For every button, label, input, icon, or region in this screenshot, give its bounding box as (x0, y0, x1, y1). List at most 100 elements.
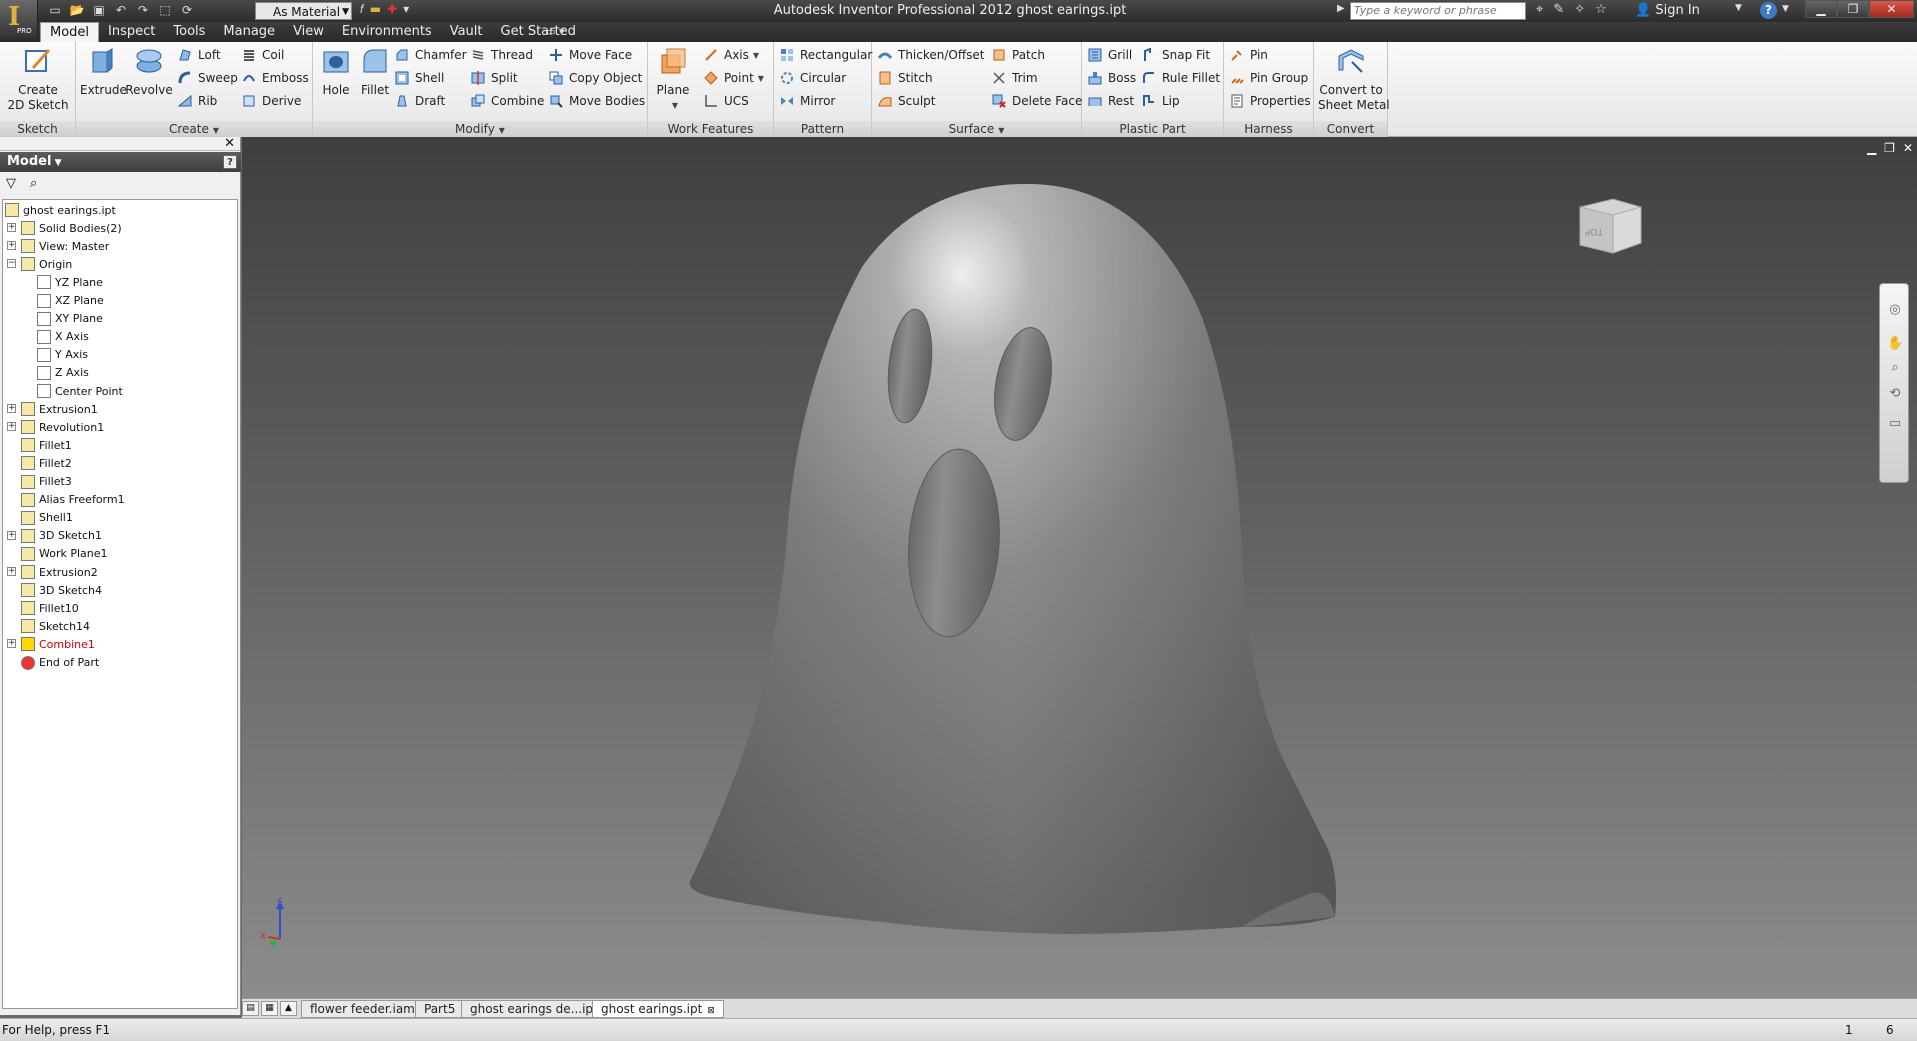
sweep-button[interactable]: Sweep (178, 67, 238, 89)
rectangular-pattern-button[interactable]: Rectangular (780, 44, 872, 66)
tree-node[interactable]: Alias Freeform1 (21, 491, 125, 509)
line-color-icon[interactable]: ▬ (370, 2, 381, 17)
tree-node[interactable]: Fillet1 (21, 436, 72, 454)
application-menu-button[interactable]: I PRO (0, 0, 38, 38)
tab-model[interactable]: Model (40, 22, 100, 42)
cascade-windows-icon[interactable]: ▦ (261, 1001, 278, 1016)
extrude-button[interactable]: Extrude (80, 46, 127, 98)
chevron-down-icon[interactable]: ▼ (1782, 4, 1789, 14)
copy-object-button[interactable]: Copy Object (549, 67, 642, 89)
tab-view[interactable]: View (284, 22, 333, 42)
tab-list-icon[interactable]: ▲ (280, 1001, 297, 1016)
tree-node[interactable]: Y Axis (37, 346, 88, 364)
save-icon[interactable]: ▣ (90, 2, 108, 18)
fillet-button[interactable]: Fillet (355, 46, 395, 98)
customize-dropdown-icon[interactable]: ▾ (403, 2, 409, 17)
tab-inspect[interactable]: Inspect (99, 22, 164, 42)
viewcube[interactable]: TOP (1575, 195, 1645, 255)
delete-face-button[interactable]: Delete Face (992, 90, 1082, 112)
move-bodies-button[interactable]: Move Bodies (549, 90, 645, 112)
pin-group-button[interactable]: Pin Group (1230, 67, 1308, 89)
tree-node[interactable]: − Origin (7, 255, 72, 273)
snap-fit-button[interactable]: Snap Fit (1142, 44, 1210, 66)
stitch-button[interactable]: Stitch (878, 67, 933, 89)
close-icon[interactable]: ✕ (224, 136, 235, 151)
plane-button[interactable]: Plane ▼ (652, 46, 694, 113)
panel-label-surface[interactable]: Surface ▼ (872, 121, 1081, 137)
tree-node[interactable]: +3D Sketch1 (7, 527, 102, 545)
axis-button[interactable]: Axis ▼ (704, 44, 759, 66)
tree-node[interactable]: + Revolution1 (7, 418, 104, 436)
tree-node[interactable]: + Extrusion2 (7, 563, 98, 581)
material-select[interactable]: As Material ▼ (255, 2, 352, 20)
boss-button[interactable]: Boss (1088, 67, 1136, 89)
chevron-down-icon[interactable]: ▼ (1735, 3, 1742, 13)
tree-node[interactable]: + Combine1 (7, 635, 95, 653)
expand-icon[interactable]: + (7, 404, 16, 414)
hole-button[interactable]: Hole (317, 46, 355, 98)
expand-icon[interactable]: + (7, 530, 16, 540)
ucs-button[interactable]: UCS (704, 90, 749, 112)
pin-button[interactable]: Pin (1230, 44, 1268, 66)
tree-node[interactable]: XY Plane (37, 310, 103, 328)
tree-node[interactable]: End of Part (21, 654, 99, 672)
search-input[interactable]: Type a keyword or phrase (1350, 2, 1526, 20)
shell-button[interactable]: Shell (395, 67, 444, 89)
tree-node[interactable]: ghost earings.ipt (5, 201, 116, 219)
rib-button[interactable]: Rib (178, 90, 217, 112)
expand-icon[interactable]: + (7, 422, 16, 432)
doc-tab-flower-feeder[interactable]: flower feeder.iam (301, 1000, 424, 1018)
binoculars-icon[interactable]: ⌕ (30, 176, 37, 192)
open-icon[interactable]: 📂 (68, 2, 86, 18)
ghost-model[interactable] (242, 137, 1917, 998)
browser-grip[interactable]: ✕ (0, 136, 241, 151)
tree-node[interactable]: Work Plane1 (21, 545, 108, 563)
tree-node[interactable]: Center Point (37, 382, 123, 400)
tree-node[interactable]: + View: Master (7, 237, 109, 255)
revolve-button[interactable]: Revolve (124, 46, 174, 98)
orbit-icon[interactable]: ⟲ (1887, 386, 1903, 402)
update-icon[interactable]: ⟳ (178, 2, 196, 18)
wrench-icon[interactable]: ✎ (1553, 2, 1564, 17)
ribbon-options-icon[interactable]: ▭ ▾ (545, 25, 564, 38)
coil-button[interactable]: Coil (242, 44, 284, 66)
properties-button[interactable]: Properties (1230, 90, 1311, 112)
maximize-button[interactable]: ❐ (1837, 0, 1869, 18)
close-button[interactable]: ✕ (1869, 0, 1914, 18)
rule-fillet-button[interactable]: Rule Fillet (1142, 67, 1220, 89)
close-icon[interactable]: ⊠ (707, 1006, 715, 1016)
sign-in-button[interactable]: 👤 Sign In (1635, 3, 1700, 18)
patch-button[interactable]: Patch (992, 44, 1045, 66)
tree-node[interactable]: Shell1 (21, 509, 73, 527)
help-icon[interactable]: ? (1760, 2, 1777, 19)
expand-icon[interactable]: + (7, 639, 16, 649)
combine-button[interactable]: Combine (471, 90, 544, 112)
move-face-button[interactable]: Move Face (549, 44, 632, 66)
pan-icon[interactable]: ✋ (1887, 336, 1903, 352)
select-icon[interactable]: ⬚ (156, 2, 174, 18)
tree-node[interactable]: Fillet10 (21, 599, 79, 617)
lip-button[interactable]: Lip (1142, 90, 1180, 112)
filter-icon[interactable]: ▽ (6, 176, 16, 192)
point-button[interactable]: Point ▼ (704, 67, 764, 89)
redo-icon[interactable]: ↷ (134, 2, 152, 18)
browser-header[interactable]: Model ▼ ? (0, 152, 241, 172)
expand-icon[interactable]: + (7, 241, 16, 251)
binoculars-icon[interactable]: ⌖ (1536, 2, 1543, 17)
graphics-viewport[interactable]: ▁ ❐ ✕ TOP ◎ ✋ ⌕ ⟲ ▭ Z X (242, 137, 1917, 998)
tree-node[interactable]: X Axis (37, 328, 89, 346)
convert-to-sheet-metal-button[interactable]: Convert to Sheet Metal (1318, 46, 1390, 113)
loft-button[interactable]: Loft (178, 44, 221, 66)
rest-button[interactable]: Rest (1088, 90, 1134, 112)
circular-pattern-button[interactable]: Circular (780, 67, 846, 89)
tree-node[interactable]: Z Axis (37, 364, 89, 382)
thread-button[interactable]: Thread (471, 44, 533, 66)
tab-get-started[interactable]: Get Started (492, 22, 585, 42)
add-icon[interactable]: ✚ (387, 2, 397, 17)
undo-icon[interactable]: ↶ (112, 2, 130, 18)
browser-help-icon[interactable]: ? (223, 155, 237, 169)
expand-icon[interactable]: + (7, 567, 16, 576)
collapse-icon[interactable]: − (7, 259, 16, 269)
derive-button[interactable]: Derive (242, 90, 301, 112)
tree-node[interactable]: Sketch14 (21, 617, 90, 635)
